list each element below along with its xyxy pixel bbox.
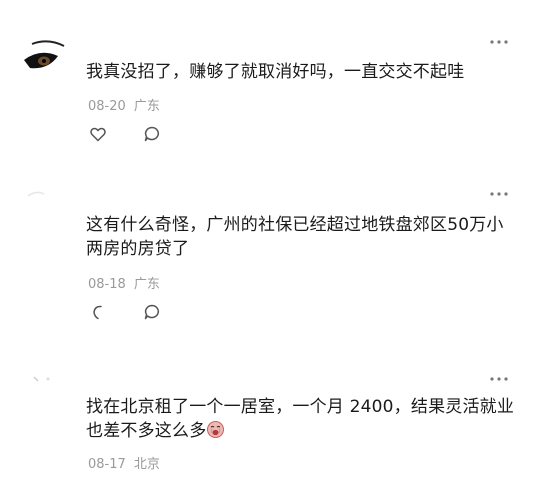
comment-item: 找在北京租了一个一居室，一个月 2400，结果灵活就业也差不多这么多 08-17… xyxy=(0,340,537,484)
crying-face-emoji-icon xyxy=(207,421,225,438)
comment-text-content: 找在北京租了一个一居室，一个月 2400，结果灵活就业也差不多这么多 xyxy=(86,397,515,441)
comment-item: 我真没招了，赚够了就取消好吗，一直交交不起哇 08-20 广东 xyxy=(0,0,537,160)
avatar[interactable] xyxy=(18,30,72,84)
comment-item: 这有什么奇怪，广州的社保已经超过地铁盘郊区50万小两房的房贷了 08-18 广东 xyxy=(0,160,537,340)
comment-location: 北京 xyxy=(133,457,160,472)
avatar[interactable] xyxy=(18,365,72,419)
comment-bubble-icon[interactable] xyxy=(143,303,161,321)
comment-date: 08-18 xyxy=(88,277,126,292)
heart-icon[interactable] xyxy=(89,303,107,321)
comment-text: 我真没招了，赚够了就取消好吗，一直交交不起哇 xyxy=(86,62,465,82)
comment-meta: 08-20 广东 xyxy=(88,95,164,114)
heart-icon[interactable] xyxy=(89,125,107,143)
more-dots-icon[interactable] xyxy=(489,375,509,383)
more-dots-icon[interactable] xyxy=(489,190,509,198)
comment-location: 广东 xyxy=(133,99,160,114)
comment-text: 这有什么奇怪，广州的社保已经超过地铁盘郊区50万小两房的房贷了 xyxy=(86,215,504,259)
comment-meta: 08-17 北京 xyxy=(88,453,164,472)
comment-text: 找在北京租了一个一居室，一个月 2400，结果灵活就业也差不多这么多 xyxy=(86,395,516,443)
comment-feed: 我真没招了，赚够了就取消好吗，一直交交不起哇 08-20 广东 这有什么奇怪，广… xyxy=(0,0,537,484)
more-dots-icon[interactable] xyxy=(489,38,509,46)
comment-date: 08-20 xyxy=(88,99,126,114)
avatar[interactable] xyxy=(18,180,72,234)
comment-bubble-icon[interactable] xyxy=(143,125,161,143)
comment-date: 08-17 xyxy=(88,457,126,472)
comment-meta: 08-18 广东 xyxy=(88,273,164,292)
comment-location: 广东 xyxy=(133,277,160,292)
